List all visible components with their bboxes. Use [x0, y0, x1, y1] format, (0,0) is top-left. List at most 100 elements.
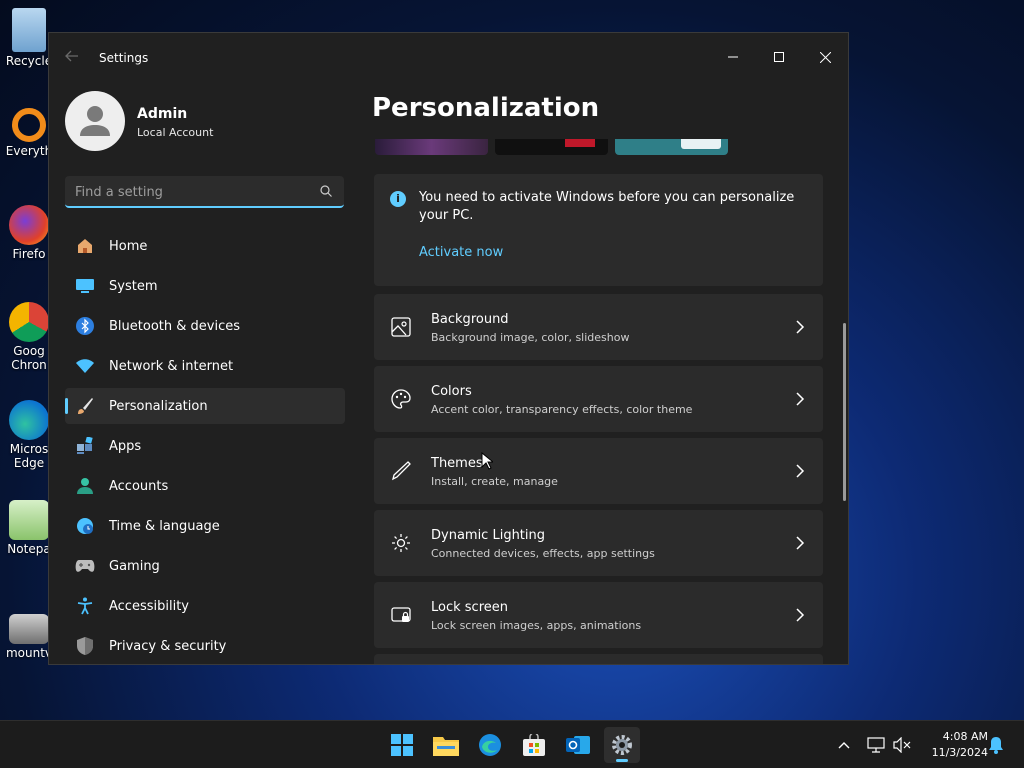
card-title: Dynamic Lighting	[431, 528, 546, 543]
everything-search-icon	[12, 108, 46, 142]
card-title: Themes	[431, 456, 483, 471]
theme-preview-thumbnail[interactable]	[375, 139, 488, 155]
activate-now-link[interactable]: Activate now	[419, 245, 503, 260]
card-title: Lock screen	[431, 600, 508, 615]
chevron-up-icon	[838, 742, 850, 749]
active-app-indicator	[616, 759, 628, 762]
search-input[interactable]	[75, 182, 305, 202]
settings-card-background[interactable]: Background Background image, color, slid…	[374, 294, 823, 360]
settings-nav: Home System Bluetooth & devices Network …	[65, 228, 345, 664]
store-icon	[523, 734, 545, 756]
nav-item-label: Home	[109, 238, 148, 254]
notifications-button[interactable]	[986, 735, 1006, 755]
lighting-icon	[392, 534, 410, 552]
home-icon	[75, 236, 95, 256]
clock-time: 4:08 AM	[942, 730, 988, 743]
back-button[interactable]	[63, 49, 81, 67]
chevron-right-icon	[796, 608, 805, 622]
taskbar: 4:08 AM 11/3/2024	[0, 720, 1024, 768]
volume-tray-button[interactable]	[892, 735, 912, 755]
nav-item-home[interactable]: Home	[65, 228, 345, 264]
taskbar-settings[interactable]	[604, 727, 640, 763]
settings-icon	[612, 735, 632, 755]
gamepad-icon	[75, 556, 95, 576]
card-subtitle: Connected devices, effects, app settings	[431, 547, 655, 560]
close-button[interactable]	[805, 41, 845, 73]
taskbar-outlook[interactable]	[560, 727, 596, 763]
settings-card-themes[interactable]: Themes Install, create, manage	[374, 438, 823, 504]
notepad-icon	[9, 500, 49, 540]
recycle-bin-icon	[12, 8, 46, 52]
start-icon	[391, 734, 413, 756]
maximize-button[interactable]	[759, 41, 799, 73]
nav-item-label: Accessibility	[109, 598, 189, 614]
search-box[interactable]	[65, 176, 344, 208]
taskbar-clock[interactable]: 4:08 AM 11/3/2024	[918, 729, 988, 761]
ethernet-icon	[867, 737, 885, 753]
title-bar: Settings	[49, 33, 848, 83]
theme-preview-thumbnail[interactable]	[615, 139, 728, 155]
pen-icon	[392, 461, 411, 481]
nav-item-accessibility[interactable]: Accessibility	[65, 588, 345, 624]
chevron-right-icon	[796, 536, 805, 550]
user-profile[interactable]: Admin Local Account	[65, 91, 345, 151]
card-subtitle: Install, create, manage	[431, 475, 558, 488]
nav-item-accounts[interactable]: Accounts	[65, 468, 345, 504]
nav-item-network[interactable]: Network & internet	[65, 348, 345, 384]
palette-icon	[391, 389, 411, 409]
activation-alert: i You need to activate Windows before yo…	[374, 174, 823, 286]
card-subtitle: Background image, color, slideshow	[431, 331, 630, 344]
taskbar-edge[interactable]	[472, 727, 508, 763]
file-explorer-icon	[433, 737, 459, 756]
accounts-icon	[75, 476, 95, 496]
alert-message: You need to activate Windows before you …	[419, 190, 795, 223]
nav-item-privacy-security[interactable]: Privacy & security	[65, 628, 345, 664]
nav-item-label: Privacy & security	[109, 638, 227, 654]
nav-item-bluetooth[interactable]: Bluetooth & devices	[65, 308, 345, 344]
info-icon: i	[390, 191, 406, 207]
nav-item-label: Network & internet	[109, 358, 234, 374]
account-type: Local Account	[137, 126, 214, 139]
nav-item-label: Bluetooth & devices	[109, 318, 240, 334]
card-subtitle: Lock screen images, apps, animations	[431, 619, 642, 632]
thumb-accent	[681, 139, 721, 149]
nav-item-label: Gaming	[109, 558, 160, 574]
clock-date: 11/3/2024	[931, 746, 988, 759]
theme-preview-strip	[375, 139, 735, 155]
apps-icon	[75, 436, 95, 456]
volume-muted-icon	[893, 737, 911, 753]
theme-preview-thumbnail[interactable]	[495, 139, 608, 155]
network-tray-button[interactable]	[866, 735, 886, 755]
search-icon	[320, 185, 332, 197]
system-icon	[75, 276, 95, 296]
nav-item-personalization[interactable]: Personalization	[65, 388, 345, 424]
nav-item-label: Personalization	[109, 398, 208, 414]
chrome-icon	[9, 302, 49, 342]
thumb-accent	[565, 139, 595, 147]
start-button[interactable]	[384, 727, 420, 763]
settings-card-lock-screen[interactable]: Lock screen Lock screen images, apps, an…	[374, 582, 823, 648]
bell-icon	[989, 737, 1003, 754]
nav-item-apps[interactable]: Apps	[65, 428, 345, 464]
nav-item-system[interactable]: System	[65, 268, 345, 304]
nav-item-time-language[interactable]: Time & language	[65, 508, 345, 544]
minimize-button[interactable]	[713, 41, 753, 73]
settings-card-partial[interactable]	[374, 654, 823, 664]
avatar	[65, 91, 125, 151]
firefox-icon	[9, 205, 49, 245]
taskbar-file-explorer[interactable]	[428, 727, 464, 763]
bluetooth-icon	[75, 316, 95, 336]
globe-clock-icon	[75, 516, 95, 536]
settings-card-colors[interactable]: Colors Accent color, transparency effect…	[374, 366, 823, 432]
chevron-right-icon	[796, 392, 805, 406]
scrollbar-thumb[interactable]	[843, 323, 846, 501]
chevron-right-icon	[796, 464, 805, 478]
taskbar-store[interactable]	[516, 727, 552, 763]
settings-card-dynamic-lighting[interactable]: Dynamic Lighting Connected devices, effe…	[374, 510, 823, 576]
network-icon	[75, 356, 95, 376]
nav-item-label: Time & language	[109, 518, 220, 534]
nav-item-gaming[interactable]: Gaming	[65, 548, 345, 584]
drive-icon	[9, 614, 49, 644]
arrow-left-icon	[65, 50, 78, 62]
show-hidden-icons-button[interactable]	[834, 735, 854, 755]
